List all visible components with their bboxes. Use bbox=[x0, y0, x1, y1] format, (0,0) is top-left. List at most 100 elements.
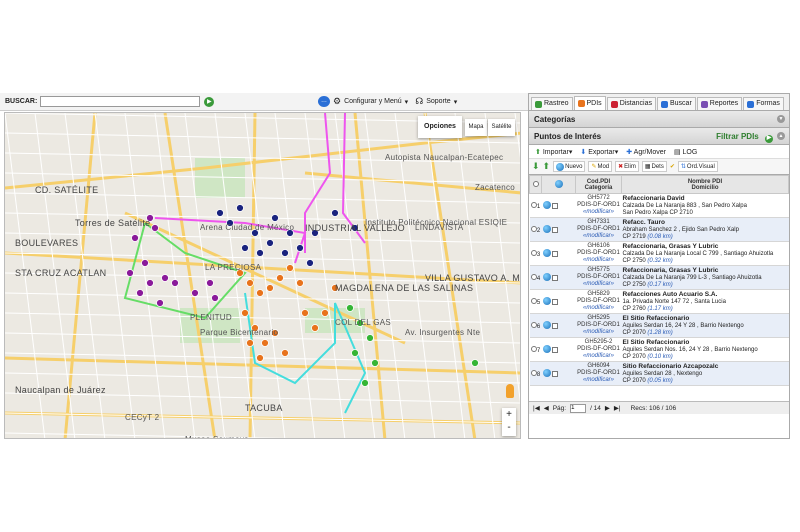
row-name: El Sitio Refaccionario Aquiles Serdan Nos… bbox=[621, 337, 789, 362]
filter-pdis-link[interactable]: Filtrar PDIs ▶ bbox=[716, 128, 773, 145]
new-button[interactable]: Nuevo bbox=[553, 161, 586, 172]
poi-marker bbox=[471, 359, 479, 367]
modify-link[interactable]: «modificar» bbox=[577, 257, 621, 264]
modify-link[interactable]: «modificar» bbox=[577, 281, 621, 288]
map-view[interactable]: Opciones Mapa Satélite + - CD. SATÉLITE T… bbox=[4, 112, 521, 439]
name-column-header[interactable]: Nombre PDI Domicilio bbox=[621, 175, 789, 194]
table-row[interactable]: 2 GH7331 PDIS-DF-ORD1 «modificar» Refacc. T… bbox=[529, 217, 789, 242]
search-label: BUSCAR: bbox=[5, 98, 38, 105]
gear-icon: ⚙ bbox=[333, 96, 342, 106]
satellite-type-button[interactable]: Satélite bbox=[488, 119, 515, 136]
options-button[interactable]: Opciones bbox=[418, 116, 462, 138]
globe-icon bbox=[542, 320, 551, 329]
zoom-out-button[interactable]: - bbox=[502, 421, 516, 434]
check-icon[interactable]: ✔ bbox=[670, 163, 675, 170]
search-go-button[interactable]: ▶ bbox=[204, 96, 215, 107]
modify-link[interactable]: «modificar» bbox=[577, 377, 621, 384]
collapse-icon[interactable]: ▲ bbox=[777, 132, 785, 140]
visible-checkbox[interactable] bbox=[552, 226, 559, 233]
page-label: Pág: bbox=[552, 404, 567, 412]
records-count: Recs: 106 / 106 bbox=[630, 404, 677, 412]
poi-marker bbox=[256, 249, 264, 257]
visible-checkbox[interactable] bbox=[552, 202, 559, 209]
tab-3[interactable]: Buscar bbox=[656, 97, 696, 110]
last-page-button[interactable]: ▶| bbox=[614, 404, 621, 412]
support-menu-button[interactable]: Soporte bbox=[426, 98, 451, 105]
modify-link[interactable]: «modificar» bbox=[577, 209, 621, 216]
poi-marker bbox=[276, 274, 284, 282]
table-row[interactable]: 8 GH6094 PDIS-DF-ORD1 «modificar» Sitio Ref… bbox=[529, 361, 789, 386]
import-toolbar: ⬆ Importar▾ ⬇ Exportar▾ ✚ Agr/Mover ▤ LO… bbox=[529, 145, 789, 159]
map-label: Museo Soumaya bbox=[185, 435, 249, 438]
tab-2[interactable]: Distancias bbox=[606, 97, 656, 110]
modify-link[interactable]: «modificar» bbox=[577, 305, 621, 312]
visual-order-button[interactable]: ⇅ Ord.Visual bbox=[677, 161, 718, 172]
next-page-button[interactable]: ▶ bbox=[605, 404, 610, 412]
poi-marker bbox=[331, 209, 339, 217]
map-label: BOULEVARES bbox=[15, 238, 79, 248]
visible-checkbox[interactable] bbox=[552, 298, 559, 305]
visible-checkbox[interactable] bbox=[552, 370, 559, 377]
row-name: Refacciones Auto Acuario S.A. 1a. Privada… bbox=[621, 289, 789, 314]
chat-icon[interactable]: … bbox=[318, 96, 330, 107]
add-move-button[interactable]: ✚ Agr/Mover bbox=[626, 148, 666, 156]
import-button[interactable]: ⬆ Importar▾ bbox=[535, 148, 572, 156]
map-label: Autopista Naucalpan-Ecatepec bbox=[385, 153, 504, 162]
table-row[interactable]: 5 GH5829 PDIS-DF-ORD1 «modificar» Refaccion… bbox=[529, 289, 789, 314]
row-code: GH5295-2 PDIS-DF-ORD1 «modificar» bbox=[575, 337, 622, 362]
first-page-button[interactable]: |◀ bbox=[533, 404, 540, 412]
tab-1[interactable]: PDIs bbox=[573, 96, 606, 110]
tab-icon bbox=[660, 100, 668, 108]
street bbox=[5, 432, 290, 438]
map-label: STA CRUZ ACATLAN bbox=[15, 268, 107, 278]
table-row[interactable]: 3 GH6106 PDIS-DF-ORD1 «modificar» Refaccion… bbox=[529, 241, 789, 266]
street-view-icon[interactable] bbox=[506, 384, 514, 398]
map-label: LINDAVISTA bbox=[415, 223, 464, 232]
modify-link[interactable]: «modificar» bbox=[577, 233, 621, 240]
map-label: COL DEL GAS bbox=[335, 318, 392, 327]
tab-label: PDIs bbox=[586, 99, 602, 107]
chevron-down-icon: ▾ bbox=[404, 98, 409, 106]
config-menu-button[interactable]: Configurar y Menú bbox=[344, 98, 402, 105]
tab-5[interactable]: Formas bbox=[743, 97, 784, 110]
modify-link[interactable]: «modificar» bbox=[577, 329, 621, 336]
poi-title: Puntos de Interés bbox=[534, 132, 602, 141]
categories-header[interactable]: Categorías ▼ bbox=[529, 111, 789, 128]
table-row[interactable]: 4 GH5775 PDIS-DF-ORD1 «modificar» Refaccion… bbox=[529, 265, 789, 290]
row-number: 7 bbox=[529, 337, 542, 362]
table-row[interactable]: 1 GH5772 PDIS-DF-ORD1 «modificar» Refaccion… bbox=[529, 193, 789, 218]
log-button[interactable]: ▤ LOG bbox=[674, 148, 697, 156]
modify-button[interactable]: ✎ Mod bbox=[588, 161, 613, 172]
delete-button[interactable]: ✖ Elim bbox=[615, 161, 639, 172]
export-button[interactable]: ⬇ Exportar▾ bbox=[580, 148, 618, 156]
table-row[interactable]: 6 GH5295 PDIS-DF-ORD1 «modificar» El Sitio … bbox=[529, 313, 789, 338]
globe-icon bbox=[542, 272, 551, 281]
poi-marker bbox=[146, 279, 154, 287]
row-icons bbox=[541, 265, 576, 290]
globe-icon bbox=[542, 224, 551, 233]
tab-0[interactable]: Rastreo bbox=[531, 97, 573, 110]
visible-checkbox[interactable] bbox=[552, 322, 559, 329]
code-column-header[interactable]: Cod.PDI Categoría bbox=[575, 175, 622, 194]
table-row[interactable]: 7 GH5295-2 PDIS-DF-ORD1 «modificar» El Siti… bbox=[529, 337, 789, 362]
tab-4[interactable]: Reportes bbox=[696, 97, 743, 110]
visible-checkbox[interactable] bbox=[552, 250, 559, 257]
row-name: Refaccionaria, Grasas Y Lubric Calzada De… bbox=[621, 241, 789, 266]
zoom-in-button[interactable]: + bbox=[502, 408, 516, 421]
icon-column-header bbox=[541, 175, 576, 194]
details-button[interactable]: ▦ Dets bbox=[641, 161, 667, 172]
search-input[interactable] bbox=[40, 96, 201, 107]
collapse-icon[interactable]: ▼ bbox=[777, 115, 785, 123]
page-input[interactable] bbox=[570, 403, 587, 413]
prev-page-button[interactable]: ◀ bbox=[544, 404, 549, 412]
poi-marker bbox=[191, 289, 199, 297]
move-up-icon[interactable]: ⬆ bbox=[543, 161, 551, 172]
visible-checkbox[interactable] bbox=[552, 346, 559, 353]
modify-link[interactable]: «modificar» bbox=[577, 353, 621, 360]
map-label: LA PRECIOSA bbox=[205, 263, 262, 272]
map-type-button[interactable]: Mapa bbox=[465, 119, 487, 136]
select-all-header[interactable] bbox=[529, 175, 542, 194]
move-down-icon[interactable]: ⬇ bbox=[532, 161, 540, 172]
poi-marker bbox=[246, 339, 254, 347]
visible-checkbox[interactable] bbox=[552, 274, 559, 281]
